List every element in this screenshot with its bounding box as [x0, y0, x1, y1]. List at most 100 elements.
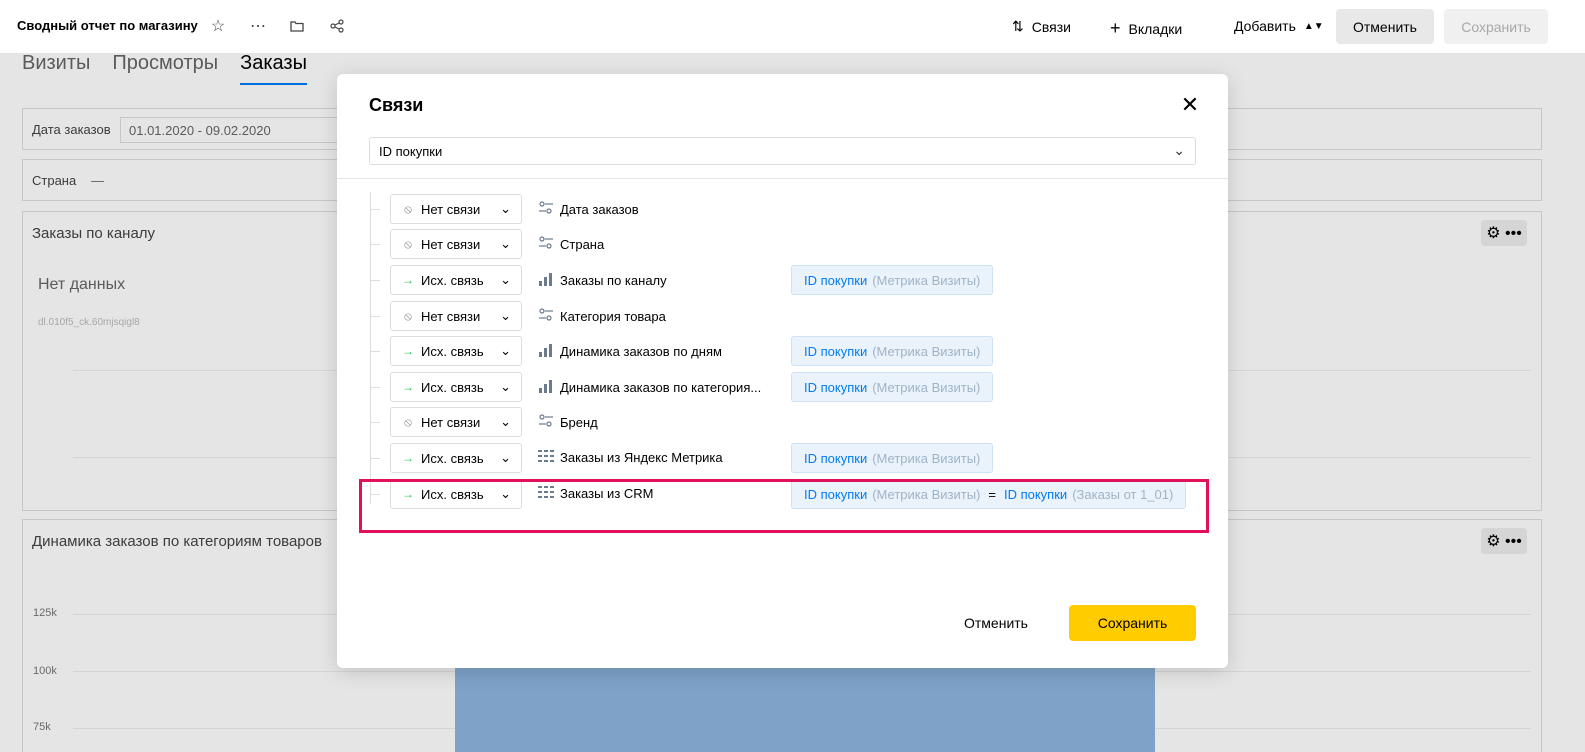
caret-updown-icon: ▲▼: [1303, 20, 1324, 32]
chip-source: (Метрика Визиты): [872, 450, 981, 466]
link-row: ⦸ Нет связи ⌄ Бренд: [370, 407, 1190, 437]
link-type-select[interactable]: ⦸ Нет связи ⌄: [390, 407, 522, 437]
divider: [337, 178, 1228, 179]
chevron-down-icon: ⌄: [500, 450, 511, 465]
no-link-icon: ⦸: [404, 414, 412, 429]
selector-icon: [538, 308, 554, 325]
widget-name-label: Дата заказов: [560, 202, 639, 217]
link-type-select[interactable]: → Исх. связь ⌄: [390, 265, 522, 295]
add-button[interactable]: Добавить ▲▼: [1234, 18, 1324, 34]
link-type-select[interactable]: ⦸ Нет связи ⌄: [390, 194, 522, 224]
tabs-button[interactable]: + Вкладки: [1110, 18, 1182, 39]
link-chip[interactable]: ID покупки (Метрика Визиты): [791, 336, 994, 366]
folder-icon[interactable]: [287, 16, 307, 36]
link-type-select[interactable]: ⦸ Нет связи ⌄: [390, 301, 522, 331]
link-chip[interactable]: ID покупки (Метрика Визиты): [791, 372, 994, 402]
link-type-select[interactable]: → Исх. связь ⌄: [390, 443, 522, 473]
link-type-select[interactable]: ⦸ Нет связи ⌄: [390, 229, 522, 259]
link-type-label: Нет связи: [421, 308, 481, 324]
widget-name-label: Заказы по каналу: [560, 273, 667, 288]
share-icon[interactable]: [327, 16, 347, 36]
link-type-label: Нет связи: [421, 236, 481, 252]
plus-icon: +: [1110, 18, 1121, 38]
more-icon[interactable]: ⋯: [248, 16, 268, 36]
chevron-down-icon: ⌄: [500, 414, 511, 429]
widget-name: Категория товара: [538, 308, 666, 325]
link-type-select[interactable]: → Исх. связь ⌄: [390, 372, 522, 402]
selector-icon: [538, 414, 554, 431]
widget-name-label: Динамика заказов по категория...: [560, 380, 762, 395]
top-bar: Сводный отчет по магазину ☆ ⋯ ⇅ Связи + …: [0, 0, 1585, 54]
widget-name: Динамика заказов по категория...: [538, 379, 761, 396]
header-cancel-button[interactable]: Отменить: [1336, 9, 1434, 44]
close-icon[interactable]: ✕: [1179, 94, 1201, 116]
link-row: ⦸ Нет связи ⌄ Категория товара: [370, 301, 1190, 331]
link-type-label: Исх. связь: [421, 379, 484, 395]
bar-chart-icon: [538, 272, 554, 289]
dialog-title: Связи: [369, 95, 424, 115]
link-type-label: Нет связи: [421, 414, 481, 430]
tree-tick: [370, 316, 380, 317]
widget-name-label: Динамика заказов по дням: [560, 344, 722, 359]
sort-arrows-icon: ⇅: [1012, 18, 1024, 34]
link-type-select[interactable]: → Исх. связь ⌄: [390, 336, 522, 366]
widget-name: Заказы из Яндекс Метрика: [538, 450, 723, 465]
selector-icon: [538, 236, 554, 253]
field-select[interactable]: ID покупки ⌄: [369, 137, 1196, 165]
widget-name: Заказы по каналу: [538, 272, 667, 289]
chip-field: ID покупки: [804, 450, 868, 466]
arrow-right-icon: →: [402, 273, 414, 287]
widget-name-label: Бренд: [560, 415, 598, 430]
arrow-right-icon: →: [402, 380, 414, 394]
widget-name: Бренд: [538, 414, 598, 431]
widget-name-label: Категория товара: [560, 309, 666, 324]
no-link-icon: ⦸: [404, 201, 412, 216]
widget-name-label: Заказы из Яндекс Метрика: [560, 450, 723, 465]
tree-tick: [370, 351, 380, 352]
chevron-down-icon: ⌄: [500, 308, 511, 323]
tree-tick: [370, 458, 380, 459]
selector-icon: [538, 201, 554, 218]
arrow-right-icon: →: [402, 344, 414, 358]
tree-tick: [370, 209, 380, 210]
link-row: → Исх. связь ⌄ Заказы по каналу ID покупки (М…: [370, 265, 1190, 295]
widget-name: Дата заказов: [538, 201, 639, 218]
bar-chart-icon: [538, 379, 554, 396]
chip-field: ID покупки: [804, 379, 868, 395]
link-chip[interactable]: ID покупки (Метрика Визиты): [791, 443, 994, 473]
dialog-cancel-button[interactable]: Отменить: [949, 605, 1043, 641]
star-icon[interactable]: ☆: [208, 16, 228, 36]
link-type-label: Исх. связь: [421, 343, 484, 359]
links-dialog: Связи ✕ ID покупки ⌄ ⦸ Нет связи ⌄ Дата зак…: [337, 74, 1228, 668]
links-button[interactable]: ⇅ Связи: [1012, 18, 1071, 35]
chevron-down-icon: ⌄: [1173, 142, 1185, 158]
link-type-label: Нет связи: [421, 201, 481, 217]
dialog-save-button[interactable]: Сохранить: [1069, 605, 1196, 641]
chevron-down-icon: ⌄: [500, 343, 511, 358]
chip-source: (Метрика Визиты): [872, 272, 981, 288]
link-row: ⦸ Нет связи ⌄ Страна: [370, 229, 1190, 259]
arrow-right-icon: →: [402, 451, 414, 465]
chevron-down-icon: ⌄: [500, 379, 511, 394]
link-row: ⦸ Нет связи ⌄ Дата заказов: [370, 194, 1190, 224]
link-type-label: Исх. связь: [421, 272, 484, 288]
link-row: → Исх. связь ⌄ Заказы из Яндекс Метрика ID п…: [370, 443, 1190, 473]
chip-source: (Метрика Визиты): [872, 379, 981, 395]
chip-field: ID покупки: [804, 272, 868, 288]
link-row: → Исх. связь ⌄ Динамика заказов по категори…: [370, 372, 1190, 402]
chevron-down-icon: ⌄: [500, 201, 511, 216]
chip-source: (Метрика Визиты): [872, 343, 981, 359]
link-chip[interactable]: ID покупки (Метрика Визиты): [791, 265, 994, 295]
chevron-down-icon: ⌄: [500, 272, 511, 287]
tree-tick: [370, 244, 380, 245]
chip-field: ID покупки: [804, 343, 868, 359]
table-icon: [538, 450, 554, 465]
widget-name: Страна: [538, 236, 604, 253]
widget-name: Динамика заказов по дням: [538, 343, 722, 360]
highlight-box: [359, 479, 1209, 533]
header-save-button[interactable]: Сохранить: [1444, 9, 1548, 44]
link-row: → Исх. связь ⌄ Динамика заказов по дням ID п…: [370, 336, 1190, 366]
no-link-icon: ⦸: [404, 236, 412, 251]
dashboard-title: Сводный отчет по магазину: [17, 18, 198, 33]
tree-tick: [370, 422, 380, 423]
